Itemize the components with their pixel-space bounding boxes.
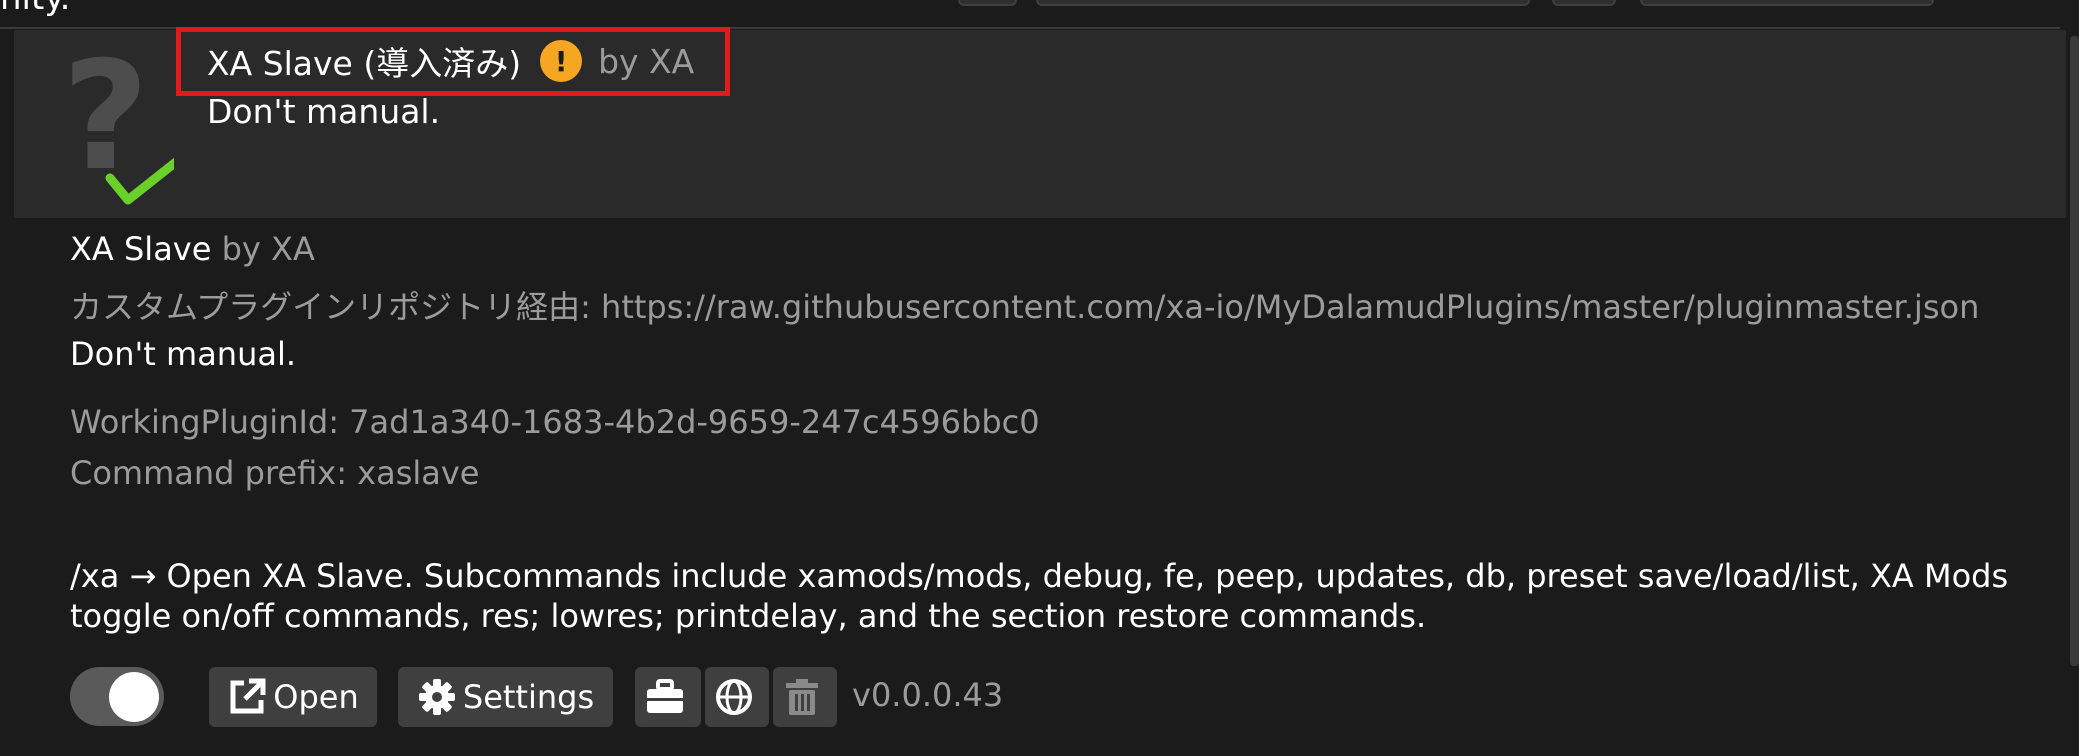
plugin-author: by XA — [598, 41, 695, 81]
plugin-name-line: XA Slave by XA — [70, 230, 315, 268]
warning-icon[interactable]: ! — [540, 40, 583, 82]
delete-button[interactable] — [773, 667, 837, 727]
top-control[interactable] — [958, 0, 1017, 6]
settings-button[interactable]: Settings — [398, 667, 613, 727]
toolbox-icon — [647, 679, 683, 713]
command-help: /xa → Open XA Slave. Subcommands include… — [70, 557, 2009, 635]
command-prefix: Command prefix: xaslave — [70, 454, 480, 492]
plugin-name: XA Slave — [70, 230, 212, 268]
open-button[interactable]: Open — [209, 667, 377, 727]
plugin-short-description: Don't manual. — [207, 92, 441, 131]
plugin-version: v0.0.0.43 — [852, 676, 1004, 714]
scrollbar[interactable] — [2070, 36, 2079, 666]
top-input[interactable] — [1036, 0, 1530, 6]
repo-source: カスタムプラグインリポジトリ経由: https://raw.githubuser… — [70, 288, 1980, 326]
question-mark-icon: ? — [62, 40, 174, 205]
svg-text:?: ? — [62, 40, 149, 204]
plugin-title: XA Slave (導入済み) — [207, 44, 522, 83]
globe-button[interactable] — [705, 667, 769, 727]
gear-icon — [418, 679, 455, 715]
top-control[interactable] — [1552, 0, 1616, 6]
trash-icon — [786, 679, 818, 715]
settings-button-label: Settings — [462, 678, 595, 716]
enable-toggle[interactable] — [70, 667, 164, 726]
open-button-label: Open — [273, 678, 359, 716]
top-cut-text: nity. — [0, 0, 70, 18]
working-plugin-id: WorkingPluginId: 7ad1a340-1683-4b2d-9659… — [70, 403, 1040, 441]
plugin-name-author: by XA — [221, 230, 315, 268]
plugin-description: Don't manual. — [70, 335, 297, 373]
top-input[interactable] — [1640, 0, 1934, 6]
globe-icon — [716, 679, 752, 715]
toggle-knob — [109, 672, 159, 722]
plugin-title-row: XA Slave (導入済み) ! by XA — [207, 37, 694, 85]
external-link-icon — [230, 678, 266, 714]
toolbox-button[interactable] — [635, 667, 701, 727]
top-strip: nity. — [0, 0, 2079, 30]
